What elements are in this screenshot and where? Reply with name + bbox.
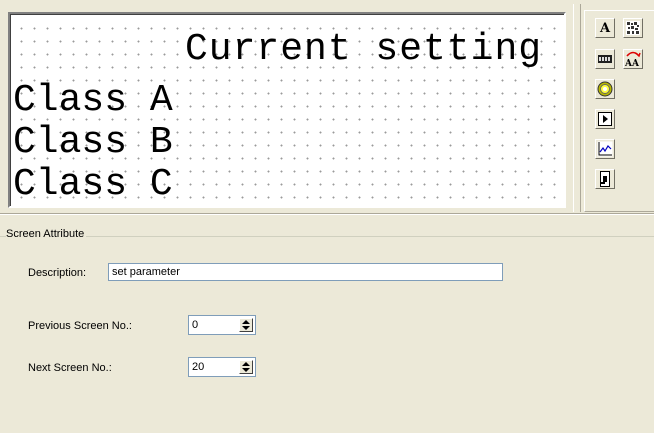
previous-screen-spin-buttons[interactable] [239,318,253,332]
numeric-display-icon [598,55,612,63]
next-screen-spin-buttons[interactable] [239,360,253,374]
vertical-splitter[interactable] [573,4,581,212]
next-screen-value[interactable]: 20 [192,360,204,374]
lamp-icon [597,81,613,97]
screen-jump-tool-button[interactable] [595,169,615,189]
object-toolbox: A AA [584,10,654,212]
ascii-tool-button[interactable]: AA [623,49,643,69]
description-label: Description: [28,267,87,279]
screen-jump-icon [600,171,610,187]
lcd-row-class-c[interactable]: Class C [13,165,173,205]
button-tool-button[interactable] [595,109,615,129]
screen-preview[interactable]: Current setting Class A Class B Class C [8,12,566,208]
lamp-tool-button[interactable] [595,79,615,99]
lcd-row-class-a[interactable]: Class A [13,81,173,121]
svg-text:AA: AA [624,59,640,68]
bitmap-icon [626,21,640,35]
up-down-arrows-icon [242,320,250,330]
trend-graph-tool-button[interactable] [595,139,615,159]
screen-attribute-title: Screen Attribute [6,228,87,240]
ascii-display-icon: AA [624,51,641,68]
previous-screen-label: Previous Screen No.: [28,320,132,332]
lcd-row-class-b[interactable]: Class B [13,123,173,163]
play-button-icon [598,112,612,126]
bitmap-tool-button[interactable] [623,18,643,38]
previous-screen-value[interactable]: 0 [192,318,198,332]
trend-graph-icon [597,141,613,157]
lcd-dot-grid: Current setting Class A Class B Class C [13,19,559,205]
text-tool-button[interactable]: A [595,18,615,38]
next-screen-spinner[interactable]: 20 [188,357,256,377]
description-field[interactable]: set parameter [108,263,503,281]
panel-divider [0,213,654,215]
lcd-title-text[interactable]: Current setting [185,30,542,70]
up-down-arrows-icon [242,362,250,372]
numeric-tool-button[interactable] [595,49,615,69]
previous-screen-spinner[interactable]: 0 [188,315,256,335]
text-tool-icon: A [599,20,611,36]
next-screen-label: Next Screen No.: [28,362,112,374]
